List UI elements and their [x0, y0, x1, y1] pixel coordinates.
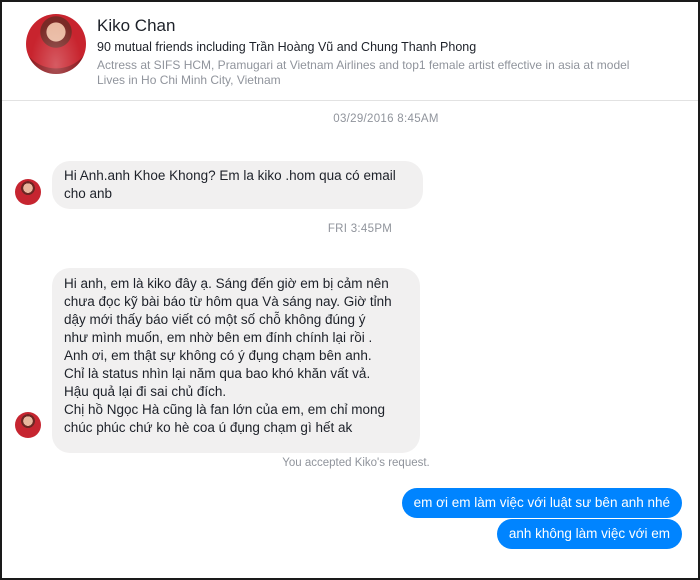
mutual-friends: 90 mutual friends including Trần Hoàng V… [97, 40, 477, 54]
timestamp: 03/29/2016 8:45AM [333, 113, 439, 125]
profile-bio-work: Actress at SIFS HCM, Pramugari at Vietna… [97, 58, 630, 72]
profile-name[interactable]: Kiko Chan [97, 16, 175, 36]
sender-avatar [15, 412, 41, 438]
incoming-message[interactable]: Hi Anh.anh Khoe Khong? Em la kiko .hom q… [52, 161, 423, 209]
outgoing-message[interactable]: em ơi em làm việc với luật sư bên anh nh… [401, 488, 682, 518]
timestamp: FRI 3:45PM [327, 223, 393, 235]
chat-window: Kiko Chan 90 mutual friends including Tr… [0, 0, 700, 580]
profile-avatar[interactable] [26, 14, 86, 74]
outgoing-message[interactable]: anh không làm việc với em [496, 519, 682, 549]
profile-header: Kiko Chan 90 mutual friends including Tr… [2, 2, 698, 101]
request-accepted-notice: You accepted Kiko's request. [282, 457, 430, 469]
sender-avatar [15, 179, 41, 205]
incoming-message[interactable]: Hi anh, em là kiko đây ạ. Sáng đến giờ e… [52, 268, 420, 453]
profile-bio-location: Lives in Ho Chi Minh City, Vietnam [97, 73, 281, 87]
